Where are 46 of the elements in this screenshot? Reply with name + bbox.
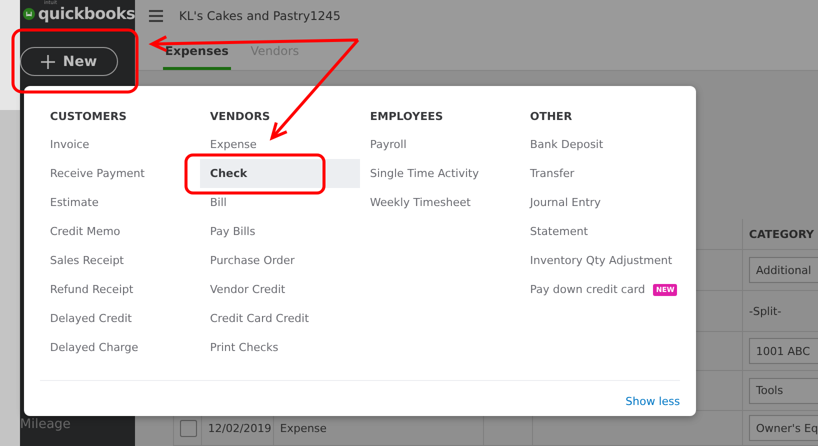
menu-heading: EMPLOYEES bbox=[369, 110, 444, 125]
type-cell: Expense bbox=[280, 422, 327, 434]
menu-item[interactable]: Delayed Charge bbox=[40, 333, 200, 362]
date-cell: 12/02/2019 bbox=[208, 422, 272, 434]
menu-heading: VENDORS bbox=[209, 110, 272, 125]
logo-text: quickbooks bbox=[38, 6, 135, 22]
menu-item[interactable]: Invoice bbox=[40, 130, 200, 159]
menu-item[interactable]: Bank Deposit bbox=[520, 130, 680, 159]
menu-item[interactable]: Vendor Credit bbox=[200, 275, 360, 304]
menu-item[interactable]: Bill bbox=[200, 188, 360, 217]
menu-item[interactable]: Statement bbox=[520, 217, 680, 246]
show-less-link[interactable]: Show less bbox=[626, 395, 680, 408]
menu-item[interactable]: Print Checks bbox=[200, 333, 360, 362]
menu-item[interactable]: Credit Card Credit bbox=[200, 304, 360, 333]
menu-item[interactable]: Credit Memo bbox=[40, 217, 200, 246]
menu-icon[interactable] bbox=[149, 10, 163, 22]
menu-item[interactable]: Refund Receipt bbox=[40, 275, 200, 304]
menu-item[interactable]: Pay Bills bbox=[200, 217, 360, 246]
menu-item[interactable]: Check bbox=[200, 159, 360, 188]
menu-item[interactable]: Purchase Order bbox=[200, 246, 360, 275]
menu-heading: CUSTOMERS bbox=[49, 110, 128, 125]
menu-item[interactable]: Inventory Qty Adjustment bbox=[520, 246, 680, 275]
menu-item[interactable]: Estimate bbox=[40, 188, 200, 217]
category-field[interactable]: 1001 ABC bbox=[749, 338, 818, 364]
sidebar-item[interactable]: Mileage bbox=[20, 417, 135, 432]
category-field[interactable]: Tools bbox=[749, 378, 818, 404]
logo-icon bbox=[23, 6, 35, 22]
menu-item[interactable]: Weekly Timesheet bbox=[360, 188, 520, 217]
category-field[interactable]: Owner's Eq bbox=[749, 415, 818, 441]
category-field[interactable]: Additional bbox=[749, 257, 818, 283]
column-header: CATEGORY bbox=[749, 228, 814, 240]
menu-item[interactable]: Journal Entry bbox=[520, 188, 680, 217]
menu-item[interactable]: Expense bbox=[200, 130, 360, 159]
tab[interactable]: Expenses bbox=[163, 32, 231, 70]
menu-item[interactable]: Delayed Credit bbox=[40, 304, 200, 333]
menu-heading: OTHER bbox=[529, 110, 574, 125]
menu-item[interactable]: Sales Receipt bbox=[40, 246, 200, 275]
menu-item[interactable]: Single Time Activity bbox=[360, 159, 520, 188]
plus-icon bbox=[40, 54, 55, 68]
menu-item[interactable]: Receive Payment bbox=[40, 159, 200, 188]
company-name: KL's Cakes and Pastry1245 bbox=[179, 8, 341, 23]
menu-item[interactable]: Transfer bbox=[520, 159, 680, 188]
row-checkbox[interactable] bbox=[180, 420, 197, 436]
new-button[interactable]: New bbox=[20, 47, 118, 76]
category-text: -Split- bbox=[749, 304, 782, 318]
menu-item[interactable]: Payroll bbox=[360, 130, 520, 159]
